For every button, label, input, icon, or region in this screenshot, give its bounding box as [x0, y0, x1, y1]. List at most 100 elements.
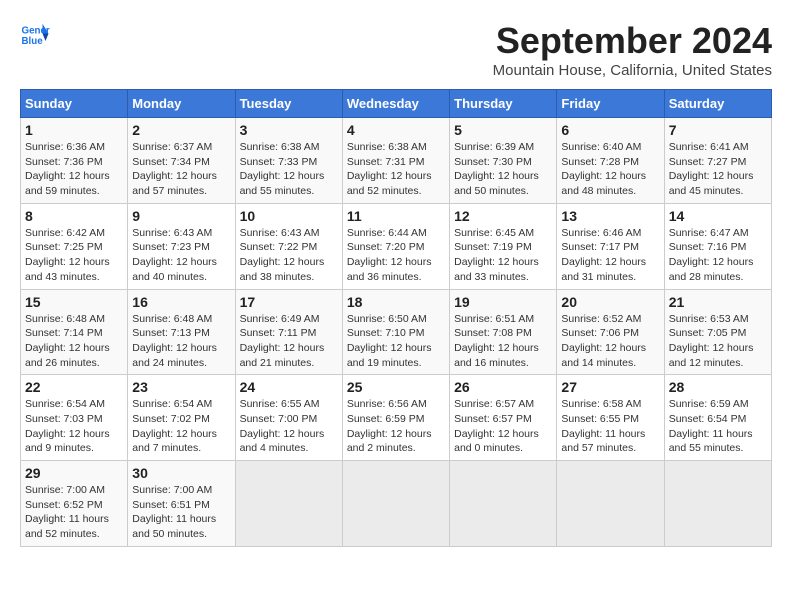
day-number: 27 — [561, 379, 659, 395]
day-info: Sunrise: 6:38 AMSunset: 7:33 PMDaylight:… — [240, 140, 338, 199]
day-number: 16 — [132, 294, 230, 310]
calendar-cell: 1 Sunrise: 6:36 AMSunset: 7:36 PMDaylight… — [21, 118, 128, 204]
calendar-cell: 8 Sunrise: 6:42 AMSunset: 7:25 PMDaylight… — [21, 203, 128, 289]
day-number: 4 — [347, 122, 445, 138]
day-number: 14 — [669, 208, 767, 224]
day-info: Sunrise: 6:42 AMSunset: 7:25 PMDaylight:… — [25, 226, 123, 285]
calendar-cell — [557, 461, 664, 547]
day-header-sunday: Sunday — [21, 90, 128, 118]
day-info: Sunrise: 6:59 AMSunset: 6:54 PMDaylight:… — [669, 397, 767, 456]
day-number: 9 — [132, 208, 230, 224]
day-info: Sunrise: 6:54 AMSunset: 7:02 PMDaylight:… — [132, 397, 230, 456]
day-info: Sunrise: 6:47 AMSunset: 7:16 PMDaylight:… — [669, 226, 767, 285]
calendar-cell: 29 Sunrise: 7:00 AMSunset: 6:52 PMDayligh… — [21, 461, 128, 547]
day-number: 8 — [25, 208, 123, 224]
day-number: 17 — [240, 294, 338, 310]
day-header-wednesday: Wednesday — [342, 90, 449, 118]
calendar-cell: 3 Sunrise: 6:38 AMSunset: 7:33 PMDaylight… — [235, 118, 342, 204]
calendar-cell: 13Sunrise: 6:46 AMSunset: 7:17 PMDayligh… — [557, 203, 664, 289]
day-info: Sunrise: 6:38 AMSunset: 7:31 PMDaylight:… — [347, 140, 445, 199]
day-number: 5 — [454, 122, 552, 138]
calendar-week-5: 29 Sunrise: 7:00 AMSunset: 6:52 PMDayligh… — [21, 461, 772, 547]
day-number: 26 — [454, 379, 552, 395]
calendar-cell: 5 Sunrise: 6:39 AMSunset: 7:30 PMDaylight… — [450, 118, 557, 204]
day-info: Sunrise: 6:43 AMSunset: 7:23 PMDaylight:… — [132, 226, 230, 285]
day-number: 30 — [132, 465, 230, 481]
calendar-cell: 16 Sunrise: 6:48 AMSunset: 7:13 PMDayligh… — [128, 289, 235, 375]
day-info: Sunrise: 6:43 AMSunset: 7:22 PMDaylight:… — [240, 226, 338, 285]
calendar-cell: 12 Sunrise: 6:45 AMSunset: 7:19 PMDayligh… — [450, 203, 557, 289]
title-block: September 2024 Mountain House, Californi… — [493, 20, 772, 79]
calendar-cell: 15 Sunrise: 6:48 AMSunset: 7:14 PMDayligh… — [21, 289, 128, 375]
calendar-week-1: 1 Sunrise: 6:36 AMSunset: 7:36 PMDaylight… — [21, 118, 772, 204]
calendar-cell: 19 Sunrise: 6:51 AMSunset: 7:08 PMDayligh… — [450, 289, 557, 375]
day-number: 11 — [347, 208, 445, 224]
logo-icon: General Blue — [20, 20, 50, 50]
day-number: 18 — [347, 294, 445, 310]
calendar-cell: 20 Sunrise: 6:52 AMSunset: 7:06 PMDayligh… — [557, 289, 664, 375]
day-info: Sunrise: 6:57 AMSunset: 6:57 PMDaylight:… — [454, 397, 552, 456]
day-info: Sunrise: 6:56 AMSunset: 6:59 PMDaylight:… — [347, 397, 445, 456]
day-info: Sunrise: 6:48 AMSunset: 7:13 PMDaylight:… — [132, 312, 230, 371]
day-info: Sunrise: 6:50 AMSunset: 7:10 PMDaylight:… — [347, 312, 445, 371]
day-number: 6 — [561, 122, 659, 138]
day-info: Sunrise: 6:51 AMSunset: 7:08 PMDaylight:… — [454, 312, 552, 371]
day-number: 23 — [132, 379, 230, 395]
day-info: Sunrise: 6:37 AMSunset: 7:34 PMDaylight:… — [132, 140, 230, 199]
calendar-cell: 14 Sunrise: 6:47 AMSunset: 7:16 PMDayligh… — [664, 203, 771, 289]
calendar-week-3: 15 Sunrise: 6:48 AMSunset: 7:14 PMDayligh… — [21, 289, 772, 375]
calendar-cell: 21 Sunrise: 6:53 AMSunset: 7:05 PMDayligh… — [664, 289, 771, 375]
day-info: Sunrise: 6:44 AMSunset: 7:20 PMDaylight:… — [347, 226, 445, 285]
day-info: Sunrise: 6:36 AMSunset: 7:36 PMDaylight:… — [25, 140, 123, 199]
day-info: Sunrise: 7:00 AMSunset: 6:51 PMDaylight:… — [132, 483, 230, 542]
day-number: 19 — [454, 294, 552, 310]
day-number: 20 — [561, 294, 659, 310]
day-number: 15 — [25, 294, 123, 310]
calendar-cell — [450, 461, 557, 547]
header: General Blue General Blue September 2024… — [20, 20, 772, 79]
day-number: 10 — [240, 208, 338, 224]
calendar-week-2: 8 Sunrise: 6:42 AMSunset: 7:25 PMDaylight… — [21, 203, 772, 289]
day-header-friday: Friday — [557, 90, 664, 118]
day-info: Sunrise: 6:58 AMSunset: 6:55 PMDaylight:… — [561, 397, 659, 456]
day-info: Sunrise: 6:45 AMSunset: 7:19 PMDaylight:… — [454, 226, 552, 285]
calendar-cell: 30 Sunrise: 7:00 AMSunset: 6:51 PMDayligh… — [128, 461, 235, 547]
calendar-cell: 7Sunrise: 6:41 AMSunset: 7:27 PMDaylight… — [664, 118, 771, 204]
day-header-saturday: Saturday — [664, 90, 771, 118]
calendar-cell — [342, 461, 449, 547]
calendar-cell — [235, 461, 342, 547]
calendar-cell: 6 Sunrise: 6:40 AMSunset: 7:28 PMDaylight… — [557, 118, 664, 204]
day-number: 12 — [454, 208, 552, 224]
calendar-cell: 25 Sunrise: 6:56 AMSunset: 6:59 PMDayligh… — [342, 375, 449, 461]
calendar-cell: 10 Sunrise: 6:43 AMSunset: 7:22 PMDayligh… — [235, 203, 342, 289]
day-number: 29 — [25, 465, 123, 481]
day-info: Sunrise: 6:53 AMSunset: 7:05 PMDaylight:… — [669, 312, 767, 371]
svg-text:Blue: Blue — [22, 36, 44, 47]
calendar-cell — [664, 461, 771, 547]
calendar-cell: 23 Sunrise: 6:54 AMSunset: 7:02 PMDayligh… — [128, 375, 235, 461]
day-info: Sunrise: 6:54 AMSunset: 7:03 PMDaylight:… — [25, 397, 123, 456]
day-number: 24 — [240, 379, 338, 395]
calendar-cell: 18 Sunrise: 6:50 AMSunset: 7:10 PMDayligh… — [342, 289, 449, 375]
day-number: 2 — [132, 122, 230, 138]
day-number: 22 — [25, 379, 123, 395]
day-number: 25 — [347, 379, 445, 395]
calendar-cell: 24Sunrise: 6:55 AMSunset: 7:00 PMDayligh… — [235, 375, 342, 461]
day-info: Sunrise: 6:48 AMSunset: 7:14 PMDaylight:… — [25, 312, 123, 371]
day-info: Sunrise: 6:39 AMSunset: 7:30 PMDaylight:… — [454, 140, 552, 199]
day-number: 21 — [669, 294, 767, 310]
day-number: 13 — [561, 208, 659, 224]
day-header-tuesday: Tuesday — [235, 90, 342, 118]
day-info: Sunrise: 6:40 AMSunset: 7:28 PMDaylight:… — [561, 140, 659, 199]
day-number: 1 — [25, 122, 123, 138]
day-info: Sunrise: 6:52 AMSunset: 7:06 PMDaylight:… — [561, 312, 659, 371]
calendar-cell: 26 Sunrise: 6:57 AMSunset: 6:57 PMDayligh… — [450, 375, 557, 461]
calendar-cell: 11 Sunrise: 6:44 AMSunset: 7:20 PMDayligh… — [342, 203, 449, 289]
location: Mountain House, California, United State… — [493, 62, 772, 79]
calendar-cell: 22 Sunrise: 6:54 AMSunset: 7:03 PMDayligh… — [21, 375, 128, 461]
logo: General Blue General Blue — [20, 20, 50, 50]
calendar-cell: 28Sunrise: 6:59 AMSunset: 6:54 PMDayligh… — [664, 375, 771, 461]
day-header-monday: Monday — [128, 90, 235, 118]
day-info: Sunrise: 7:00 AMSunset: 6:52 PMDaylight:… — [25, 483, 123, 542]
day-number: 3 — [240, 122, 338, 138]
